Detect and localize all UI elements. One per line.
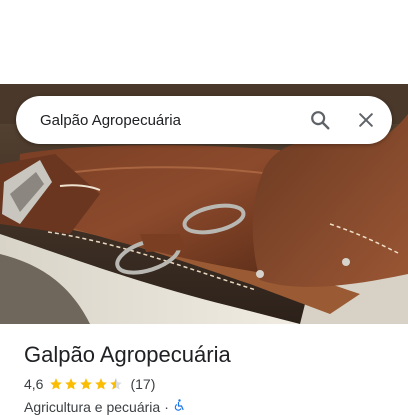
separator-dot: · bbox=[164, 398, 169, 415]
category-row: Agricultura e pecuária · bbox=[24, 398, 185, 415]
rating-value: 4,6 bbox=[24, 376, 44, 392]
search-icon[interactable] bbox=[300, 100, 340, 140]
search-bar[interactable]: Galpão Agropecuária bbox=[16, 96, 392, 144]
half-star-icon bbox=[110, 378, 123, 390]
star-icon bbox=[95, 378, 108, 390]
rating-stars bbox=[49, 377, 124, 391]
search-input[interactable]: Galpão Agropecuária bbox=[40, 112, 300, 129]
place-title: Galpão Agropecuária bbox=[24, 342, 231, 367]
star-icon bbox=[80, 378, 93, 390]
place-category: Agricultura e pecuária bbox=[24, 398, 161, 415]
top-blank-area bbox=[0, 0, 408, 84]
star-icon bbox=[50, 378, 63, 390]
review-count[interactable]: (17) bbox=[130, 376, 155, 392]
close-icon[interactable] bbox=[346, 100, 386, 140]
star-icon bbox=[65, 378, 78, 390]
wheelchair-icon bbox=[173, 398, 185, 415]
rating-row[interactable]: 4,6 (17) bbox=[24, 376, 155, 392]
